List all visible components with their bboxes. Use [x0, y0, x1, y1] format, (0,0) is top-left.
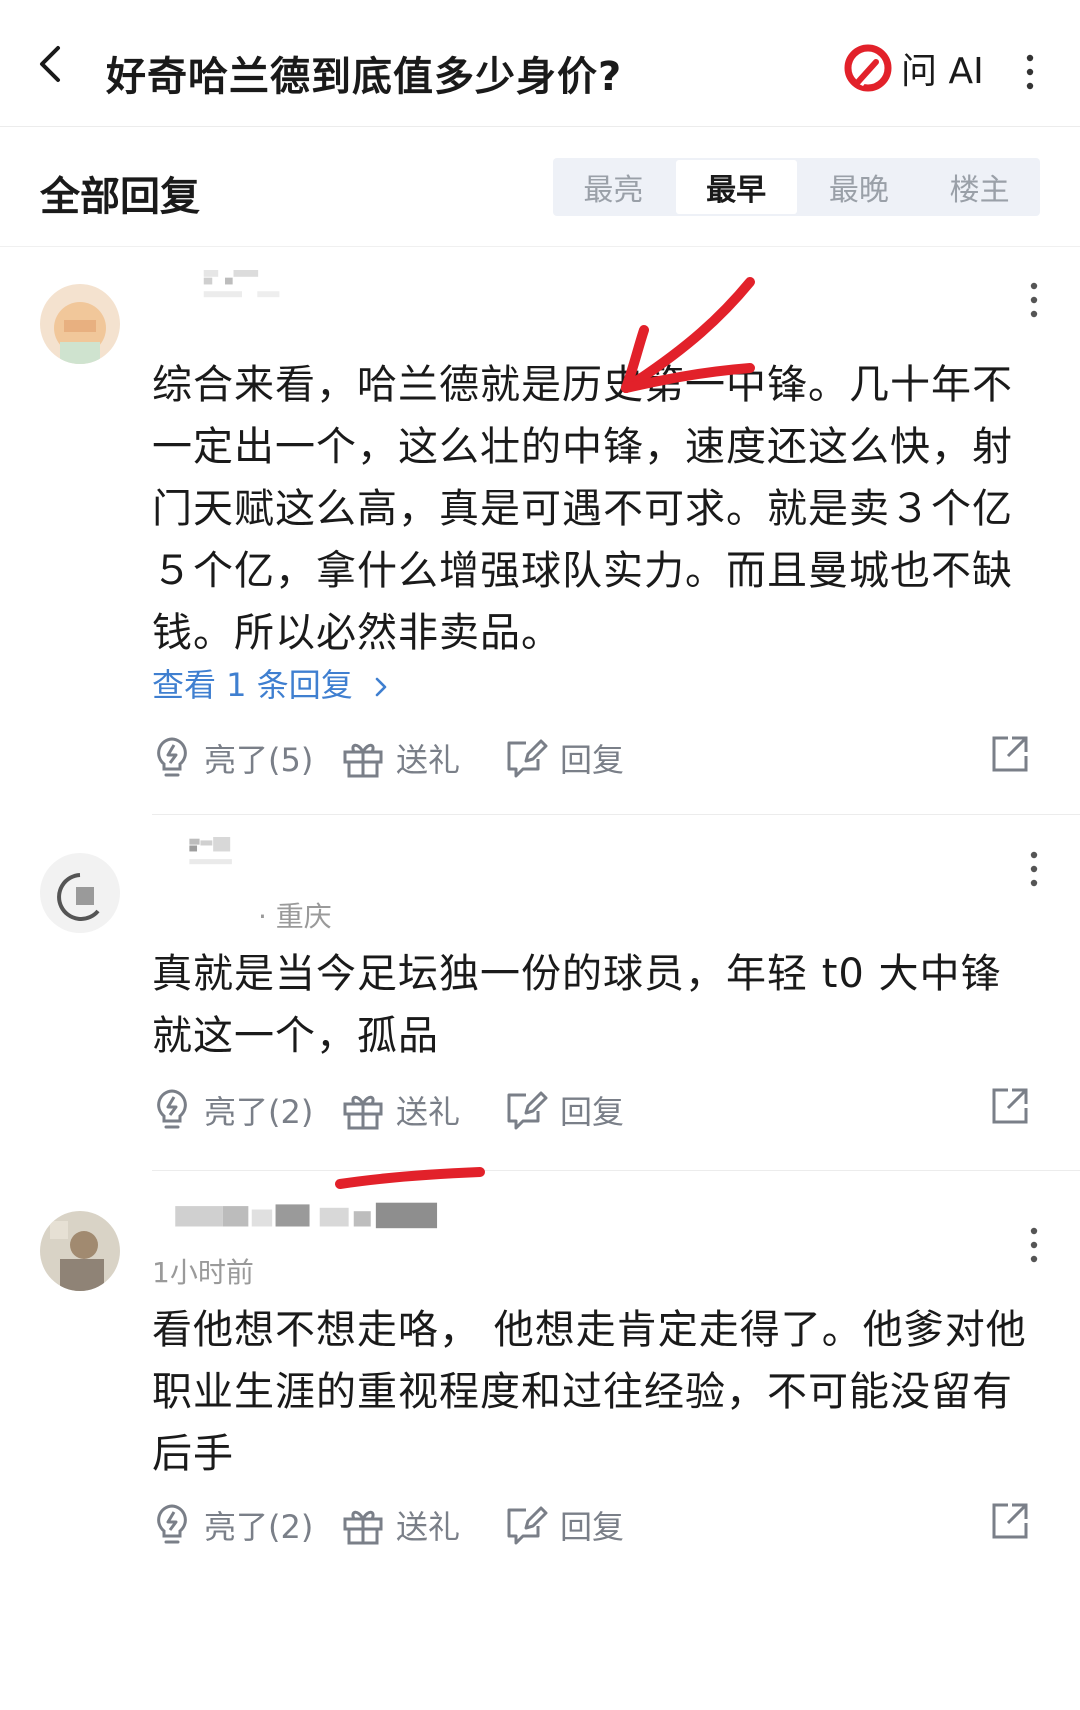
- reply-label: 回复: [560, 1093, 625, 1131]
- view-replies-link[interactable]: 查看 1 条回复: [152, 660, 391, 706]
- lightbulb-icon: [157, 1504, 187, 1544]
- gift-icon: [343, 1095, 383, 1130]
- red-underline-annotation: [335, 1167, 485, 1189]
- username-blurred[interactable]: [152, 270, 332, 304]
- reply-edit-icon: [507, 1506, 548, 1545]
- comment-text: 看他想不想走咯， 他想走肯定走得了。他爹对他职业生涯的重视程度和过往经验，不可能…: [152, 1307, 1027, 1477]
- like-count-label: 亮了(2): [204, 1093, 314, 1131]
- comment-actions: 亮了(5) 送礼 回复: [152, 728, 1040, 788]
- reply-edit-icon: [507, 739, 548, 778]
- comment-divider: [152, 814, 1080, 815]
- more-vertical-icon[interactable]: [1024, 280, 1044, 320]
- ask-ai-button[interactable]: 问 AI: [843, 40, 984, 96]
- username-blurred[interactable]: [152, 1201, 462, 1235]
- sort-segmented-control: 最亮 最早 最晚 楼主: [553, 158, 1040, 216]
- more-vertical-icon[interactable]: [1020, 52, 1040, 92]
- avatar[interactable]: [40, 1211, 120, 1291]
- chevron-right-icon: [375, 677, 387, 697]
- gift-label: 送礼: [396, 1508, 461, 1546]
- lightbulb-icon: [157, 737, 187, 777]
- reply-label: 回复: [560, 1508, 625, 1546]
- page-title: 好奇哈兰德到底值多少身价?: [106, 54, 623, 100]
- lightbulb-icon: [157, 1089, 187, 1129]
- reply-button[interactable]: 回复: [504, 1080, 624, 1140]
- share-icon[interactable]: [990, 734, 1030, 774]
- reply-button[interactable]: 回复: [504, 728, 624, 788]
- reply-label: 回复: [560, 741, 625, 779]
- sort-option-brightest[interactable]: 最亮: [553, 158, 674, 216]
- section-title: 全部回复: [40, 174, 200, 220]
- replies-sort-bar: 全部回复 最亮 最早 最晚 楼主: [0, 126, 1080, 247]
- like-count-label: 亮了(2): [204, 1508, 314, 1546]
- share-icon[interactable]: [990, 1086, 1030, 1126]
- reply-edit-icon: [507, 1091, 548, 1130]
- gift-button[interactable]: 送礼: [342, 1495, 460, 1555]
- sort-option-latest[interactable]: 最晚: [799, 158, 920, 216]
- comment-actions: 亮了(2) 送礼 回复: [152, 1495, 1040, 1555]
- avatar[interactable]: [40, 853, 120, 933]
- sort-option-earliest[interactable]: 最早: [675, 160, 797, 214]
- sort-option-op[interactable]: 楼主: [919, 158, 1040, 216]
- gift-button[interactable]: 送礼: [342, 728, 460, 788]
- gift-icon: [343, 1510, 383, 1545]
- comment-location: · 重庆: [258, 900, 332, 933]
- gift-label: 送礼: [396, 1093, 461, 1131]
- gift-label: 送礼: [396, 741, 461, 779]
- like-button[interactable]: 亮了(2): [152, 1495, 313, 1555]
- top-nav-bar: 好奇哈兰德到底值多少身价? 问 AI: [0, 0, 1080, 127]
- avatar[interactable]: [40, 284, 120, 364]
- comment-text: 真就是当今足坛独一份的球员，年轻 t0 大中锋就这一个，孤品: [152, 951, 1002, 1059]
- back-arrow-icon[interactable]: [32, 42, 72, 86]
- like-button[interactable]: 亮了(2): [152, 1080, 313, 1140]
- reply-button[interactable]: 回复: [504, 1495, 624, 1555]
- like-button[interactable]: 亮了(5): [152, 728, 313, 788]
- comment-divider: [152, 1170, 1080, 1171]
- ask-ai-label: 问 AI: [901, 51, 984, 92]
- gift-button[interactable]: 送礼: [342, 1080, 460, 1140]
- comment-actions: 亮了(2) 送礼 回复: [152, 1080, 1040, 1140]
- more-vertical-icon[interactable]: [1024, 1225, 1044, 1265]
- view-replies-label: 查看 1 条回复: [152, 666, 353, 704]
- comment-timestamp: 1小时前: [152, 1256, 254, 1289]
- comment-text: 综合来看，哈兰德就是历史第一中锋。几十年不一定出一个，这么壮的中锋，速度还这么快…: [152, 362, 1013, 656]
- like-count-label: 亮了(5): [204, 741, 314, 779]
- gift-icon: [343, 743, 383, 778]
- username-blurred[interactable]: [152, 837, 282, 871]
- share-icon[interactable]: [990, 1501, 1030, 1541]
- more-vertical-icon[interactable]: [1024, 849, 1044, 889]
- red-arrow-annotation: [621, 277, 755, 393]
- ask-ai-logo-icon: [844, 44, 892, 92]
